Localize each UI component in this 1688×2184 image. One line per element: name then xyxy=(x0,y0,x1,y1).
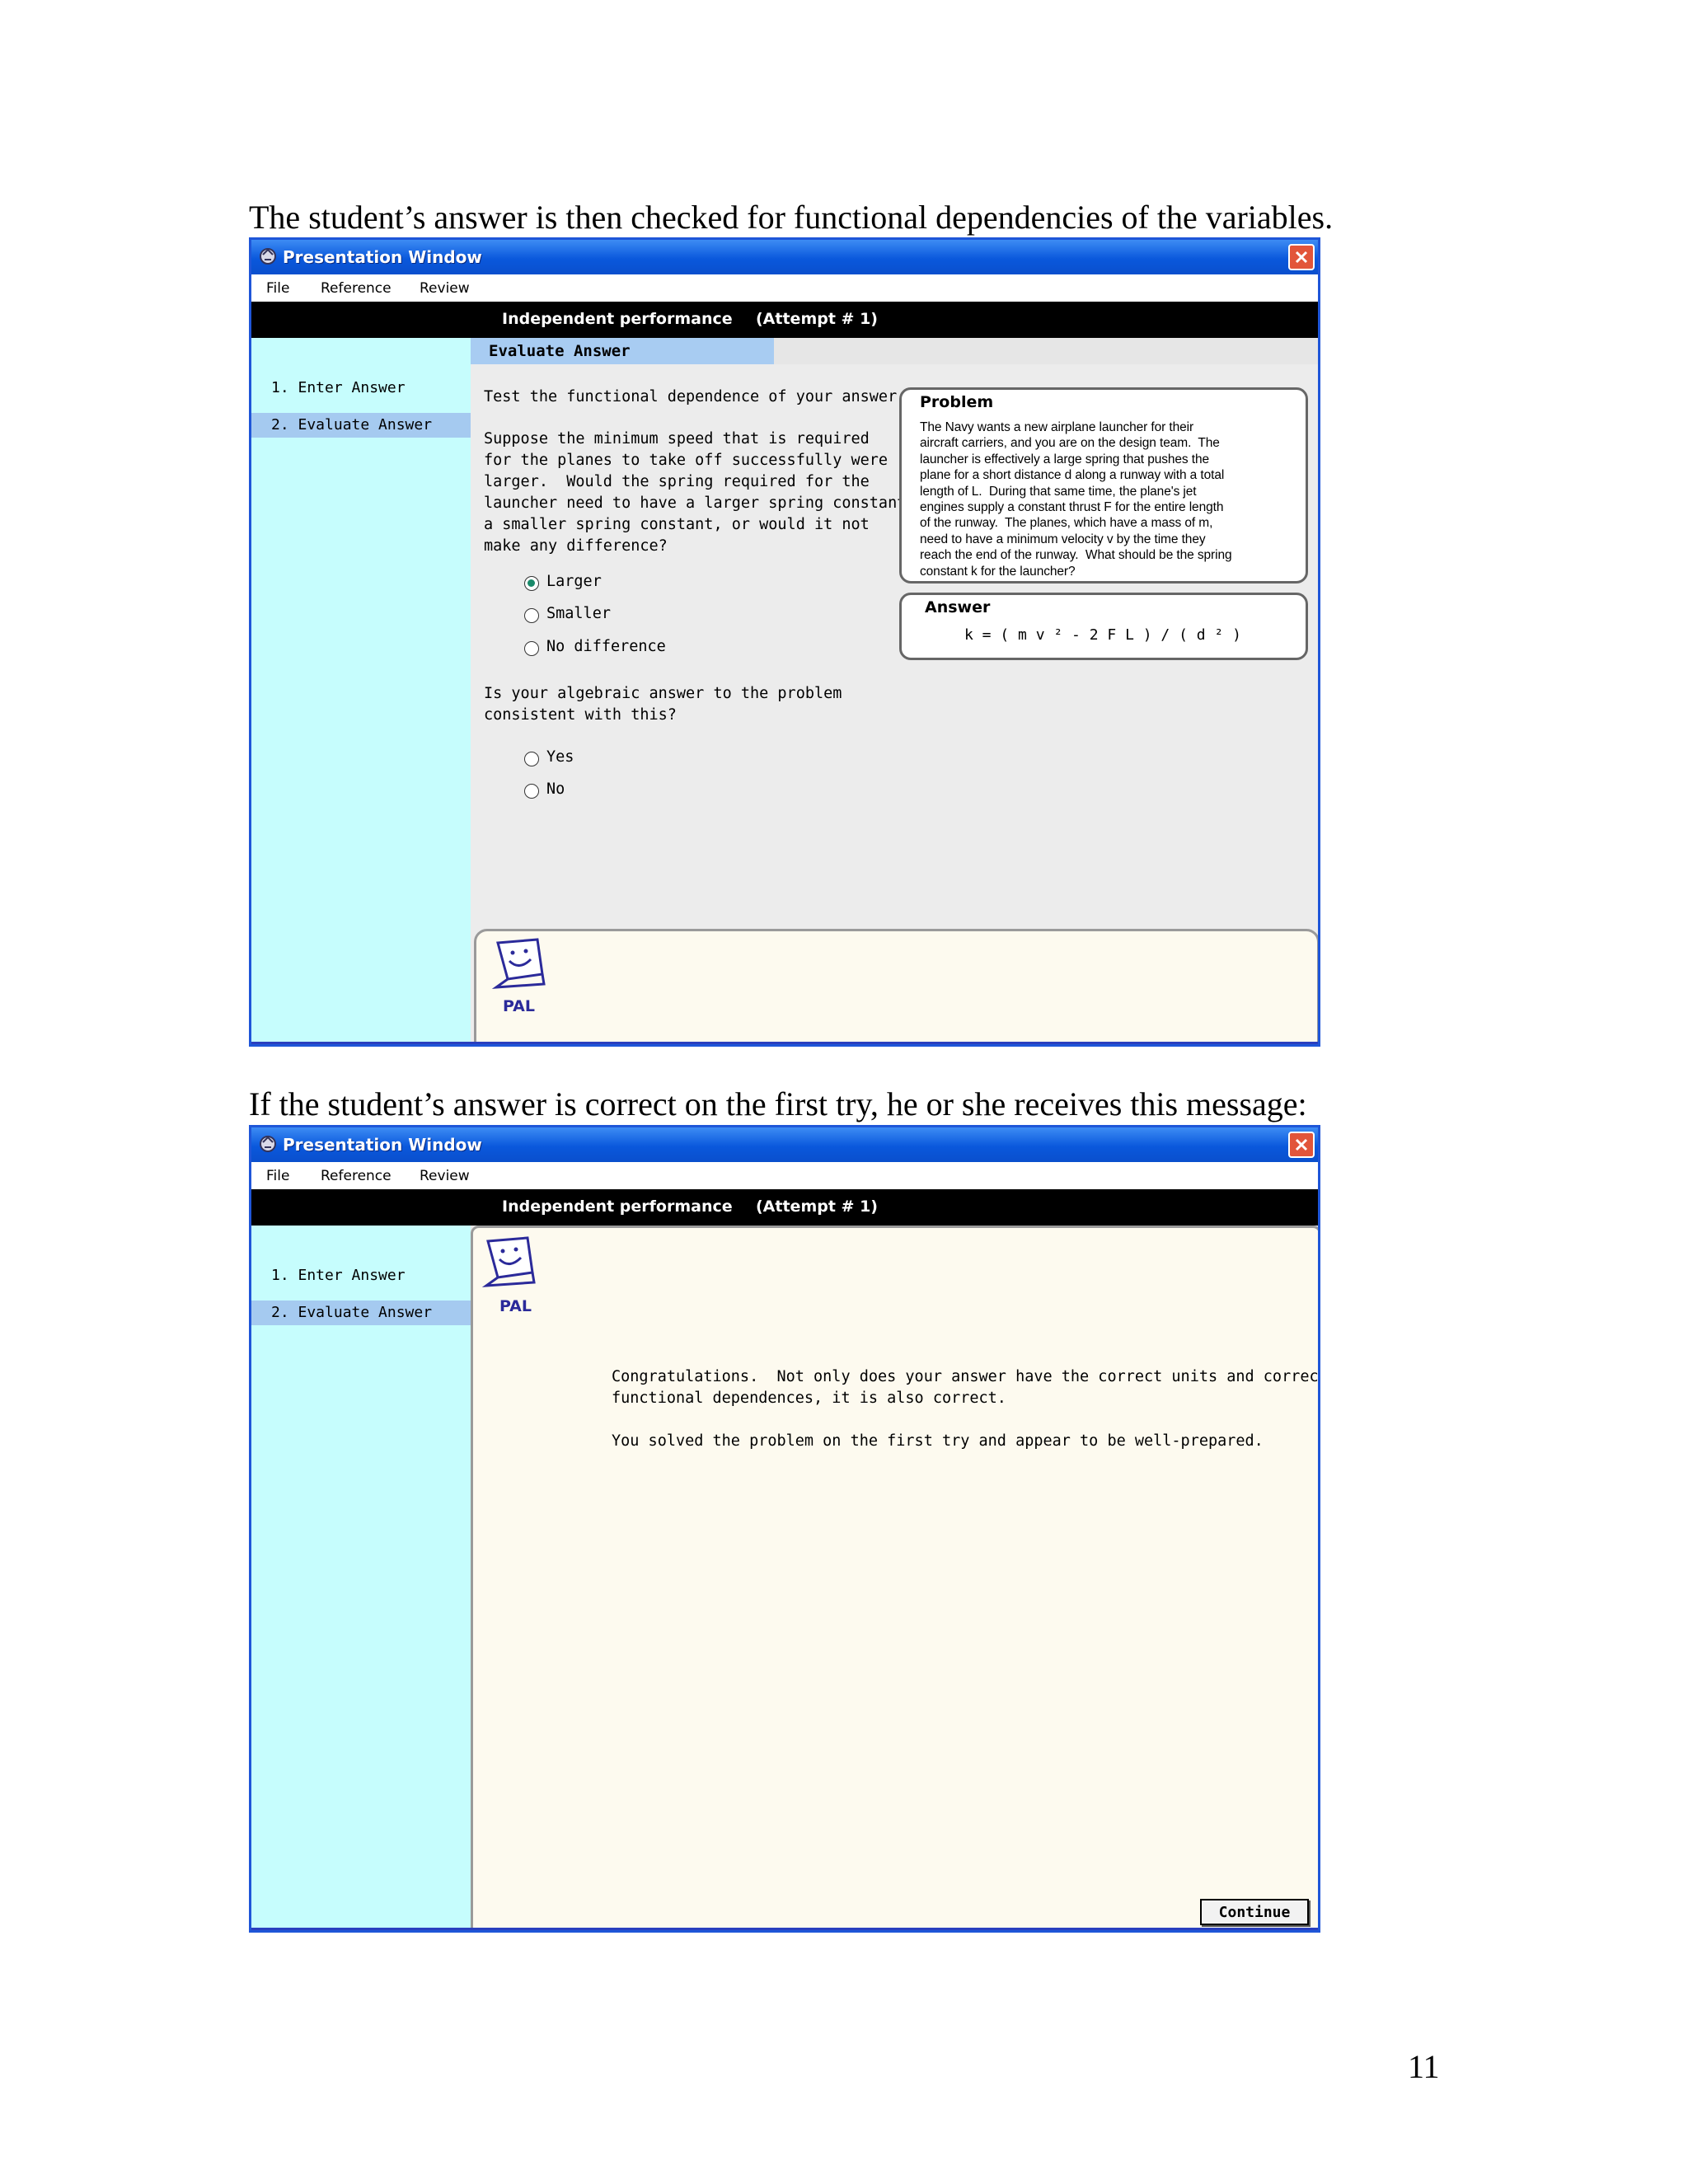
radio-smaller-label: Smaller xyxy=(546,605,611,622)
pal-face-icon xyxy=(491,938,546,989)
caption-top: The student’s answer is then checked for… xyxy=(249,199,1334,236)
menu-file[interactable]: File xyxy=(266,1168,289,1184)
attempt-label: (Attempt # 1) xyxy=(756,1197,878,1216)
presentation-window-evaluate: Presentation Window File Reference Revie… xyxy=(249,237,1320,1047)
step-enter-answer[interactable]: 1. Enter Answer xyxy=(251,376,471,401)
radio-larger-label: Larger xyxy=(546,573,602,590)
radio-no-label: No xyxy=(546,780,565,798)
problem-title: Problem xyxy=(920,393,994,411)
radio-no-difference-label: No difference xyxy=(546,638,666,655)
step-sidebar: 1. Enter Answer 2. Evaluate Answer xyxy=(251,338,471,1044)
answer-box: Answer k = ( m v ² - 2 F L ) / ( d ² ) xyxy=(899,593,1308,660)
radio-no-difference[interactable] xyxy=(524,641,539,656)
menu-review[interactable]: Review xyxy=(420,1168,470,1184)
section-header: Evaluate Answer xyxy=(471,338,774,364)
attempt-label: (Attempt # 1) xyxy=(756,310,878,328)
pal-feedback-panel: PAL xyxy=(474,929,1318,1044)
menu-review[interactable]: Review xyxy=(420,280,470,297)
mode-label: Independent performance xyxy=(502,310,733,328)
presentation-window-congrats: Presentation Window File Reference Revie… xyxy=(249,1125,1320,1933)
app-icon xyxy=(260,1136,276,1152)
close-button[interactable] xyxy=(1288,1132,1315,1158)
radio-no[interactable] xyxy=(524,784,539,799)
problem-box: Problem The Navy wants a new airplane la… xyxy=(899,387,1308,583)
mode-bar: Independent performance (Attempt # 1) xyxy=(251,302,1318,338)
question-consistency: Is your algebraic answer to the problem … xyxy=(484,685,842,724)
close-icon xyxy=(1295,251,1308,264)
pal-face-icon xyxy=(481,1236,536,1287)
page-number: 11 xyxy=(1408,2048,1440,2085)
radio-larger[interactable] xyxy=(524,576,539,591)
title-bar[interactable]: Presentation Window xyxy=(251,1127,1318,1162)
step-sidebar: 1. Enter Answer 2. Evaluate Answer xyxy=(251,1226,471,1930)
answer-formula: k = ( m v ² - 2 F L ) / ( d ² ) xyxy=(964,626,1241,644)
question-speed: Suppose the minimum speed that is requir… xyxy=(484,430,916,555)
radio-yes-label: Yes xyxy=(546,748,574,766)
congrats-message: Congratulations. Not only does your answ… xyxy=(612,1368,1319,1407)
window-title: Presentation Window xyxy=(283,247,482,267)
close-icon xyxy=(1295,1138,1308,1151)
continue-button[interactable]: Continue xyxy=(1200,1899,1309,1925)
problem-text: The Navy wants a new airplane launcher f… xyxy=(920,420,1232,579)
menu-reference[interactable]: Reference xyxy=(321,1168,392,1184)
pal-label: PAL xyxy=(503,997,535,1015)
step-evaluate-answer[interactable]: 2. Evaluate Answer xyxy=(251,413,471,438)
first-try-message: You solved the problem on the first try … xyxy=(612,1432,1264,1450)
pal-label: PAL xyxy=(499,1297,532,1315)
radio-yes[interactable] xyxy=(524,752,539,766)
pal-feedback-panel: PAL Congratulations. Not only does your … xyxy=(471,1226,1319,1930)
answer-title: Answer xyxy=(925,598,991,616)
mode-bar: Independent performance (Attempt # 1) xyxy=(251,1189,1318,1226)
app-icon xyxy=(260,248,276,265)
radio-smaller[interactable] xyxy=(524,608,539,623)
mode-label: Independent performance xyxy=(502,1197,733,1216)
menu-file[interactable]: File xyxy=(266,280,289,297)
title-bar[interactable]: Presentation Window xyxy=(251,240,1318,274)
step-enter-answer[interactable]: 1. Enter Answer xyxy=(251,1263,471,1288)
window-bottom-border xyxy=(251,1042,1318,1044)
close-button[interactable] xyxy=(1288,244,1315,270)
caption-bottom: If the student’s answer is correct on th… xyxy=(249,1085,1307,1122)
menu-bar: File Reference Review xyxy=(251,1162,1318,1190)
menu-bar: File Reference Review xyxy=(251,274,1318,302)
instruction-text: Test the functional dependence of your a… xyxy=(484,388,898,405)
menu-reference[interactable]: Reference xyxy=(321,280,392,297)
window-bottom-border xyxy=(251,1928,1318,1930)
step-evaluate-answer[interactable]: 2. Evaluate Answer xyxy=(251,1301,471,1325)
window-title: Presentation Window xyxy=(283,1135,482,1155)
